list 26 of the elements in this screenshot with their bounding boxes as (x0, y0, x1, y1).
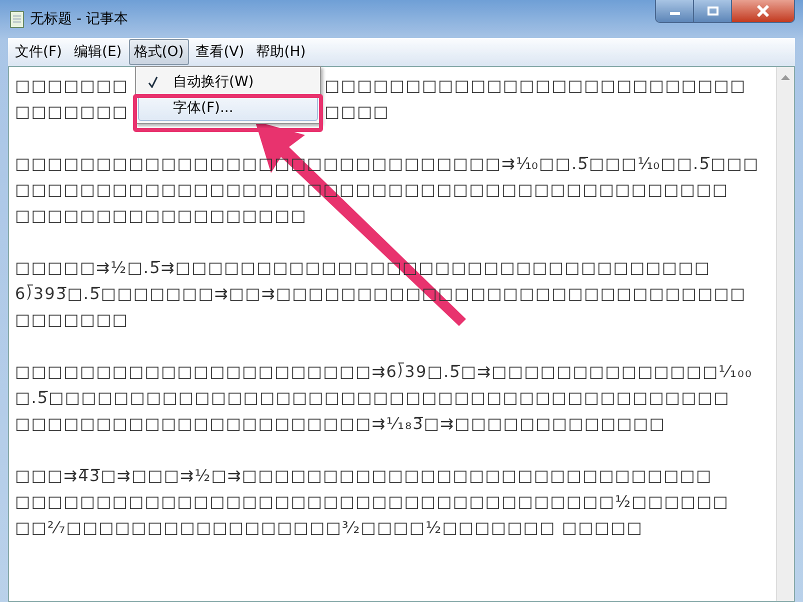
maximize-button[interactable] (694, 0, 732, 22)
minimize-button[interactable] (656, 0, 694, 22)
menu-item[interactable]: 编辑(E) (68, 39, 127, 65)
text-line: □□□□□□□□□□□□□□□□□□□□□□⇉¹⁄₁₈3̅□⇉□□□□□□□□□□□□□ (15, 413, 666, 435)
text-line: □□□□□□□ (15, 75, 129, 97)
text-line: □.5̅□□□□□□□□□□□□□□□□□□□□□□□□□□□□□□□□□□□□□□□□□□ (15, 387, 730, 409)
text-line: □□□□□□□□□□□□□□□□□□□□□□□□□□□□□□□□□□□□□½□□□□□□ (15, 491, 729, 513)
text-line: □□□□□□□□□□□□□□□□□□□□□□⇉6⟌39□.5̅□⇉□□□□□□□□□□□□□□¹⁄₁₀₀ (15, 361, 752, 383)
scroll-bar[interactable] (776, 67, 794, 601)
text-line: □□□□□□□ (15, 309, 129, 331)
menu-item[interactable]: 帮助(H) (251, 39, 311, 65)
text-line: □□□□ (324, 101, 390, 123)
notepad-icon (10, 10, 24, 28)
text-line: □□²⁄₇□□□□□□□□□□□□□□□□□³⁄₂□□□□½□□□□□□□ □□□□□ (15, 517, 643, 539)
text-line: □□□⇉4̅3̅□⇉□□□⇉½□⇉□□□□□□□□□□□□□□□□□□□□□□□□□□□□□ (15, 465, 712, 487)
close-button[interactable] (732, 0, 794, 22)
maximize-icon (706, 6, 718, 16)
text-line: □□□□□□□ (15, 101, 129, 123)
menu-item[interactable]: 文件(F) (10, 39, 67, 65)
window-title: 无标题 - 记事本 (30, 10, 128, 28)
menu-item[interactable]: 查看(V) (190, 39, 250, 65)
menu-item[interactable]: 格式(O) (128, 39, 189, 65)
dropdown-item[interactable]: 自动换行(W) (138, 69, 318, 95)
close-icon (756, 5, 770, 17)
text-line: □□□□□□□□□□□□□□□□□□□□□□□□□□ (324, 75, 746, 97)
text-line: □□□□□□□□□□□□□□□□□□ (15, 205, 307, 227)
